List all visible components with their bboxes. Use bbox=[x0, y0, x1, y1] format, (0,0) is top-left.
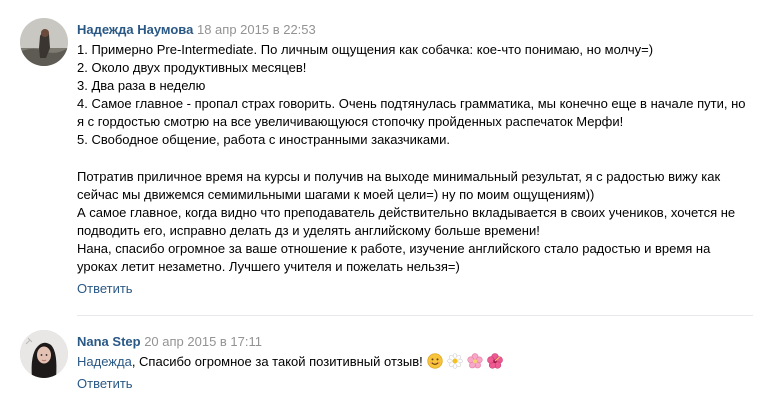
comment-line: Надежда, Спасибо огромное за такой позит… bbox=[77, 353, 754, 371]
comment-line: А самое главное, когда видно что препода… bbox=[77, 204, 739, 238]
comment-date[interactable]: 18 апр 2015 в 22:53 bbox=[197, 22, 316, 37]
smiling-face-emoji-icon bbox=[427, 353, 443, 369]
comment-divider bbox=[77, 315, 753, 316]
reply-button[interactable]: Ответить bbox=[77, 375, 133, 393]
daisy-emoji-icon bbox=[446, 353, 463, 369]
comment-author[interactable]: Nana Step bbox=[77, 334, 141, 349]
comment-date[interactable]: 20 апр 2015 в 17:11 bbox=[144, 334, 262, 349]
comment-line bbox=[77, 150, 754, 168]
avatar-photo bbox=[20, 330, 68, 378]
comment-text: Надежда, Спасибо огромное за такой позит… bbox=[77, 353, 754, 371]
comment-line: Потратив приличное время на курсы и полу… bbox=[77, 168, 724, 202]
avatar-photo bbox=[20, 18, 68, 66]
comment-line: 2. Около двух продуктивных месяцев! bbox=[77, 60, 307, 76]
comment-line-text: , Спасибо огромное за такой позитивный о… bbox=[131, 354, 423, 369]
comment-author[interactable]: Надежда Наумова bbox=[77, 22, 193, 37]
cherry-blossom-emoji-icon bbox=[467, 353, 483, 369]
avatar[interactable] bbox=[20, 18, 68, 66]
comment-line: 1. Примерно Pre-Intermediate. По личным … bbox=[77, 42, 654, 57]
mention-link[interactable]: Надежда bbox=[77, 354, 132, 369]
avatar[interactable] bbox=[20, 330, 68, 378]
hibiscus-emoji-icon bbox=[486, 353, 503, 369]
comment-line: Нана, спасибо огромное за ваше отношение… bbox=[77, 241, 714, 275]
comment-line: 5. Свободное общение, работа с иностранн… bbox=[77, 132, 450, 148]
reply-button[interactable]: Ответить bbox=[77, 280, 133, 298]
comment-line: 3. Два раза в неделю bbox=[77, 78, 206, 94]
comment-text: 1. Примерно Pre-Intermediate. По личным … bbox=[77, 41, 754, 276]
comment-line: 4. Самое главное - пропал страх говорить… bbox=[77, 96, 750, 130]
